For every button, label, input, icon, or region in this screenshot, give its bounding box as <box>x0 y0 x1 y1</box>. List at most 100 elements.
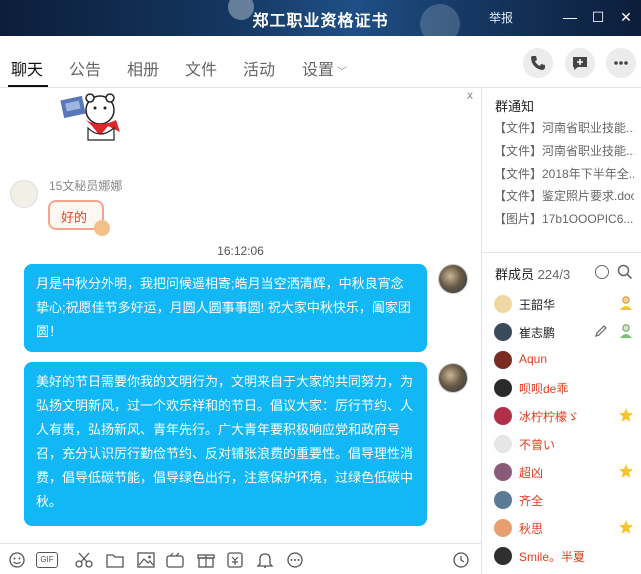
member-avatar <box>494 323 512 341</box>
message-text: 美好的节日需要你我的文明行为，文明来自于大家的共同努力，为弘扬文明新风，过一个欢… <box>36 374 414 509</box>
star-icon <box>619 408 633 422</box>
input-toolbar: GIF <box>0 543 481 574</box>
star-icon <box>619 464 633 478</box>
gift-icon[interactable] <box>197 552 215 568</box>
my-avatar[interactable] <box>438 264 468 294</box>
members-label: 群成员 <box>495 267 535 282</box>
bell-icon[interactable] <box>256 552 274 568</box>
member-avatar <box>494 519 512 537</box>
add-message-icon <box>573 57 587 70</box>
tab-label: 公告 <box>69 62 102 79</box>
emoji-icon[interactable] <box>8 552 26 568</box>
notice-item[interactable]: 【图片】17b1OOOPIC6... <box>494 210 634 227</box>
bubble-sticker-icon <box>94 220 110 236</box>
my-avatar[interactable] <box>438 363 468 393</box>
group-notice-title[interactable]: 群通知 <box>495 96 534 115</box>
tab-activities[interactable]: 活动 <box>243 56 275 80</box>
member-name: 崔志鹏 <box>519 326 556 340</box>
tab-label: 相册 <box>127 62 160 79</box>
message-text: 月是中秋分外明，我把问候遥相寄;皓月当空洒清辉，中秋良宵念挚心;祝愿佳节多好运，… <box>36 276 411 339</box>
member-item[interactable]: Smile。半夏 <box>494 545 639 567</box>
chat-area[interactable]: x 15文秘员娜娜 好的 16:12:06 月是中秋分外明，我把问候遥相寄;皓月… <box>0 88 481 543</box>
member-avatar <box>494 435 512 453</box>
my-message-bubble: 月是中秋分外明，我把问候遥相寄;皓月当空洒清辉，中秋良宵念挚心;祝愿佳节多好运，… <box>24 264 427 352</box>
member-avatar <box>494 379 512 397</box>
members-count: 224/3 <box>537 267 571 282</box>
member-item[interactable]: 冰柠柠檬ゞ <box>494 405 639 427</box>
folder-icon[interactable] <box>106 552 124 568</box>
sender-avatar[interactable] <box>10 180 38 208</box>
owner-icon <box>620 296 632 310</box>
phone-icon <box>531 56 545 70</box>
member-avatar <box>494 491 512 509</box>
sender-name[interactable]: 15文秘员娜娜 <box>49 177 122 194</box>
side-panel: 群通知 【文件】河南省职业技能... 【文件】河南省职业技能... 【文件】20… <box>481 88 641 574</box>
maximize-button[interactable]: ☐ <box>588 7 608 27</box>
minimize-button[interactable]: — <box>560 7 580 27</box>
member-item[interactable]: 不曾い <box>494 433 639 455</box>
member-name: 冰柠柠檬ゞ <box>519 410 580 424</box>
star-icon <box>619 520 633 534</box>
tab-label: 设置 <box>302 62 335 79</box>
title-bar: 郑工职业资格证书 举报 — ☐ ✕ <box>0 0 641 36</box>
member-name: 齐全 <box>519 494 544 508</box>
member-search-icon[interactable] <box>595 265 609 279</box>
tab-files[interactable]: 文件 <box>185 56 217 80</box>
gif-icon[interactable]: GIF <box>36 552 58 568</box>
edit-pencil-icon[interactable] <box>594 324 608 338</box>
close-notice-icon[interactable]: x <box>467 88 473 102</box>
tab-chat[interactable]: 聊天 <box>11 56 43 80</box>
active-tab-indicator <box>8 85 48 87</box>
video-icon[interactable] <box>166 552 184 568</box>
member-item[interactable]: 超凶 <box>494 461 639 483</box>
my-message-bubble: 美好的节日需要你我的文明行为，文明来自于大家的共同努力，为弘扬文明新风，过一个欢… <box>24 362 427 526</box>
member-item[interactable]: Aqun <box>494 349 639 371</box>
image-icon[interactable] <box>137 552 155 568</box>
member-name: Smile。半夏 <box>519 550 586 564</box>
more-button[interactable] <box>606 48 636 78</box>
member-item[interactable]: 呗呗de乖 <box>494 377 639 399</box>
member-avatar <box>494 295 512 313</box>
member-name: 超凶 <box>519 466 544 480</box>
bear-sticker <box>60 93 120 141</box>
tab-label: 聊天 <box>11 62 44 79</box>
group-members-title[interactable]: 群成员 224/3 <box>495 264 570 283</box>
message-timestamp: 16:12:06 <box>217 244 264 258</box>
chevron-down-icon: ﹀ <box>337 67 348 78</box>
member-name: 不曾い <box>519 438 556 452</box>
notice-item[interactable]: 【文件】河南省职业技能... <box>494 119 634 136</box>
member-avatar <box>494 547 512 565</box>
scissors-icon[interactable] <box>75 552 93 568</box>
notice-item[interactable]: 【文件】鉴定照片要求.doc <box>494 187 634 204</box>
search-icon[interactable] <box>617 264 633 280</box>
tab-label: 文件 <box>185 62 218 79</box>
member-item[interactable]: 齐全 <box>494 489 639 511</box>
member-name: 王韶华 <box>519 298 556 312</box>
tab-label: 活动 <box>243 62 276 79</box>
member-name: Aqun <box>519 352 548 366</box>
panel-divider <box>482 252 641 253</box>
member-avatar <box>494 463 512 481</box>
report-button[interactable]: 举报 <box>489 9 513 26</box>
admin-icon <box>620 324 632 338</box>
member-name: 秋思 <box>519 522 544 536</box>
tab-album[interactable]: 相册 <box>127 56 159 80</box>
member-item[interactable]: 崔志鹏 <box>494 321 639 343</box>
notice-item[interactable]: 【文件】河南省职业技能... <box>494 142 634 159</box>
member-avatar <box>494 407 512 425</box>
member-item[interactable]: 秋思 <box>494 517 639 539</box>
history-clock-icon[interactable] <box>452 552 470 568</box>
tab-settings[interactable]: 设置 ﹀ <box>302 56 347 80</box>
member-name: 呗呗de乖 <box>519 382 569 396</box>
more-icon <box>614 61 628 65</box>
red-packet-icon[interactable] <box>226 552 244 568</box>
close-button[interactable]: ✕ <box>616 7 636 27</box>
call-button[interactable] <box>523 48 553 78</box>
member-avatar <box>494 351 512 369</box>
tab-announcements[interactable]: 公告 <box>69 56 101 80</box>
message-button[interactable] <box>565 48 595 78</box>
more-options-icon[interactable] <box>286 552 304 568</box>
notice-item[interactable]: 【文件】2018年下半年全... <box>494 165 634 182</box>
window-title: 郑工职业资格证书 <box>252 13 389 30</box>
member-item[interactable]: 王韶华 <box>494 293 639 315</box>
